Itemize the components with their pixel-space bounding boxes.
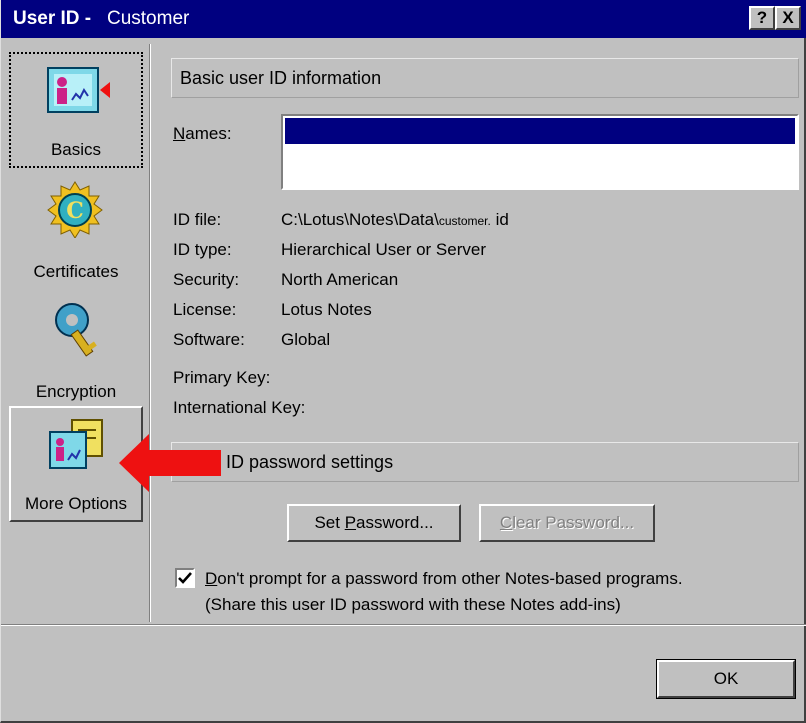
info-value: C:\Lotus\Notes\Data\customer. id (281, 210, 509, 230)
info-key: ID type: (173, 240, 232, 259)
user-id-dialog: User ID - Customer ? X Basics C Certific… (0, 0, 806, 723)
set-password-post: assword... (356, 513, 434, 532)
info-key: ID file: (173, 210, 222, 229)
help-button[interactable]: ? (749, 6, 775, 30)
id-file-path: C:\Lotus\Notes\Data\ (281, 210, 439, 229)
share-password-line1: Don't prompt for a password from other N… (205, 566, 683, 592)
more-options-icon (49, 419, 103, 469)
info-key: Software: (173, 330, 245, 349)
window-title-context: Customer (106, 8, 190, 29)
share-password-accel: D (205, 569, 218, 588)
share-password-checkbox[interactable] (175, 568, 195, 588)
names-label-rest: ames: (185, 124, 232, 143)
sidebar-item-label: Basics (50, 140, 102, 159)
ok-button[interactable]: OK (656, 659, 796, 699)
red-arrow-icon (119, 434, 221, 492)
international-key-text: International Key: (173, 398, 306, 417)
set-password-pre: Set (314, 513, 345, 532)
close-button[interactable]: X (775, 6, 801, 30)
id-file-ext: id (490, 210, 509, 229)
share-password-line2: (Share this user ID password with these … (205, 595, 621, 614)
sidebar-item-label: Certificates (33, 262, 119, 281)
window-title: User ID - Customer (13, 8, 189, 30)
sidebar-item-encryption[interactable]: Encryption (9, 292, 143, 408)
info-value: Lotus Notes (281, 300, 372, 319)
window-title-app: User ID - (13, 8, 92, 29)
sidebar-item-certificates[interactable]: C Certificates (9, 172, 143, 288)
sidebar-item-label: More Options (24, 494, 128, 513)
sidebar-item-basics[interactable]: Basics (9, 52, 143, 168)
sidebar: Basics C Certificates Encryption More Op… (9, 46, 143, 616)
clear-password-button[interactable]: Clear Password... (479, 504, 655, 542)
info-value: Hierarchical User or Server (281, 240, 486, 259)
svg-text:C: C (66, 198, 84, 224)
set-password-accel: P (344, 513, 357, 532)
share-password-line1-text: on't prompt for a password from other No… (217, 569, 683, 588)
clear-password-accel: C (499, 513, 513, 532)
id-file-name: customer. (438, 214, 491, 228)
basic-info-header: Basic user ID information (171, 58, 799, 98)
share-password-label[interactable]: Don't prompt for a password from other N… (205, 566, 683, 618)
footer-divider (1, 624, 806, 626)
certificate-icon: C (47, 181, 103, 238)
password-settings-header: ID password settings (171, 442, 799, 482)
info-value: Global (281, 330, 331, 349)
set-password-button[interactable]: Set Password... (287, 504, 461, 542)
checkmark-icon (178, 572, 192, 584)
key-icon (55, 303, 97, 357)
names-label: Names: (173, 124, 232, 144)
clear-password-post: lear Password... (512, 513, 635, 532)
info-key: Security: (173, 270, 240, 289)
info-value: North American (281, 270, 399, 289)
basics-icon (47, 67, 110, 113)
sidebar-item-label: Encryption (35, 382, 117, 401)
sidebar-divider (149, 44, 151, 622)
primary-key-text: Primary Key: (173, 368, 271, 387)
title-bar: User ID - Customer ? X (1, 0, 806, 38)
names-label-accel: N (173, 124, 186, 143)
names-list-selected-row[interactable] (285, 118, 795, 144)
info-key: License: (173, 300, 237, 319)
names-list[interactable] (281, 114, 799, 190)
